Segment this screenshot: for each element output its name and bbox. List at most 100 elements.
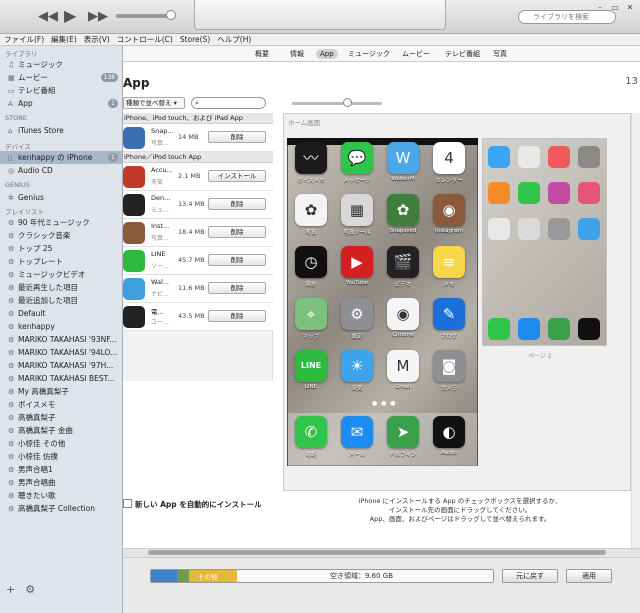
phone-app[interactable]: 💬 メッセージ bbox=[337, 142, 377, 184]
app-action-button[interactable]: 削除 bbox=[208, 254, 266, 266]
close-icon[interactable]: ✕ bbox=[624, 2, 636, 13]
sidebar-item-playlist[interactable]: ⚙ 最近追加した項目 bbox=[0, 294, 122, 307]
phone-app[interactable]: LINE LINE bbox=[291, 350, 331, 390]
sidebar-item-playlist[interactable]: ⚙ 高橋真梨子 金曲 bbox=[0, 424, 122, 437]
phone-app[interactable]: ▦ 写真ツール bbox=[337, 194, 377, 236]
play-button[interactable]: ▶ bbox=[64, 6, 76, 25]
app-action-button[interactable]: 削除 bbox=[208, 131, 266, 143]
phone-app[interactable]: ✿ 写真 bbox=[291, 194, 331, 236]
sidebar-item-playlist[interactable]: ⚙ MARIKO TAKAHASI BEST... bbox=[0, 372, 122, 385]
sidebar-item-playlist[interactable]: ⚙ 小椋佳 その他 bbox=[0, 437, 122, 450]
app-action-button[interactable]: 削除 bbox=[208, 310, 266, 322]
horizontal-scroll-thumb[interactable] bbox=[148, 550, 606, 555]
tab-4[interactable]: ムービー bbox=[398, 49, 434, 59]
phone-app[interactable]: M Gmail bbox=[383, 350, 423, 390]
sidebar-item-playlist[interactable]: ⚙ クラシック音楽 bbox=[0, 229, 122, 242]
phone-app[interactable]: ⌖ マップ bbox=[291, 298, 331, 340]
app-list-row[interactable]: LINE ソー... 45.7 MB 削除 bbox=[123, 247, 273, 275]
phone-app[interactable]: ▶ YouTube bbox=[337, 246, 377, 286]
sidebar-item-device[interactable]: ▯ kenhappy の iPhone 1 bbox=[0, 151, 122, 164]
tab-0[interactable]: 概要 bbox=[251, 49, 273, 59]
volume-knob[interactable] bbox=[166, 10, 176, 20]
menu-item[interactable]: ヘルプ(H) bbox=[217, 34, 251, 46]
sidebar-item-genius[interactable]: ✲ Genius bbox=[0, 191, 122, 204]
phone-app[interactable]: 🎬 ビデオ bbox=[383, 246, 423, 288]
sidebar-item-playlist[interactable]: ⚙ 90 年代ミュージック bbox=[0, 216, 122, 229]
phone-app[interactable]: ✿ Snapseed bbox=[383, 194, 423, 234]
tab-3[interactable]: ミュージック bbox=[344, 49, 394, 59]
phone-app[interactable]: ◷ 時計 bbox=[291, 246, 331, 288]
auto-install-checkbox[interactable] bbox=[123, 499, 132, 508]
tab-5[interactable]: テレビ番組 bbox=[441, 49, 484, 59]
phone-app[interactable]: ☀ 天気 bbox=[337, 350, 377, 392]
sidebar-item-playlist[interactable]: ⚙ MARIKO TAKAHASI '97H... bbox=[0, 359, 122, 372]
rewind-button[interactable]: ◀◀ bbox=[38, 9, 58, 24]
sidebar-item-playlist[interactable]: ⚙ 小椋佳 仿撲 bbox=[0, 450, 122, 463]
phone-app[interactable]: ➤ ドルフィン bbox=[383, 416, 423, 458]
app-list-row[interactable]: Inst... 写真... 18.4 MB 削除 bbox=[123, 219, 273, 247]
tab-6[interactable]: 写真 bbox=[489, 49, 511, 59]
phone-app[interactable]: 4 カレンダー bbox=[429, 142, 469, 184]
sort-select[interactable]: 種類で並べ替え ▾ bbox=[123, 97, 185, 109]
sidebar-item-playlist[interactable]: ⚙ Default bbox=[0, 307, 122, 320]
sidebar-item-library[interactable]: ▭ テレビ番組 bbox=[0, 84, 122, 97]
menu-item[interactable]: 表示(V) bbox=[84, 34, 110, 46]
phone-app[interactable]: ◉ Chrome bbox=[383, 298, 423, 338]
sidebar-item-store[interactable]: ⌂ iTunes Store bbox=[0, 124, 122, 137]
phone-app[interactable]: ◐ Audio bbox=[429, 416, 469, 456]
phone-app[interactable]: ✉ メール bbox=[337, 416, 377, 458]
app-action-button[interactable]: 削除 bbox=[208, 226, 266, 238]
tab-1[interactable]: 情報 bbox=[286, 49, 308, 59]
sidebar-item-library[interactable]: ♫ ミュージック bbox=[0, 58, 122, 71]
phone-app[interactable]: W WalkerM bbox=[383, 142, 423, 182]
zoom-slider[interactable] bbox=[292, 102, 382, 105]
add-playlist-icon[interactable]: + bbox=[6, 583, 15, 596]
apply-button[interactable]: 適用 bbox=[566, 569, 612, 583]
maximize-icon[interactable]: ▭ bbox=[609, 2, 621, 13]
sidebar-item-playlist[interactable]: ⚙ 高橋真梨子 bbox=[0, 411, 122, 424]
phone-app[interactable]: ✎ ブログ bbox=[429, 298, 469, 340]
menu-item[interactable]: Store(S) bbox=[180, 34, 210, 46]
app-search-input[interactable]: ⌕ bbox=[191, 97, 266, 109]
menu-item[interactable]: 編集(E) bbox=[51, 34, 77, 46]
app-action-button[interactable]: 削除 bbox=[208, 282, 266, 294]
minimize-icon[interactable]: – bbox=[594, 2, 606, 13]
menu-item[interactable]: コントロール(C) bbox=[117, 34, 173, 46]
phone-app[interactable]: ◙ カメラ bbox=[429, 350, 469, 392]
app-list-row[interactable]: Den... ミュ... 13.4 MB 削除 bbox=[123, 191, 273, 219]
sidebar-item-library[interactable]: ▦ ムービー 138 bbox=[0, 71, 122, 84]
phone-app[interactable]: ◉ Instagram bbox=[429, 194, 469, 234]
zoom-slider-knob[interactable] bbox=[343, 98, 352, 107]
sidebar-item-playlist[interactable]: ⚙ ミュージックビデオ bbox=[0, 268, 122, 281]
sidebar-item-device[interactable]: ◎ Audio CD bbox=[0, 164, 122, 177]
sidebar-item-playlist[interactable]: ⚙ kenhappy bbox=[0, 320, 122, 333]
sidebar-item-playlist[interactable]: ⚙ トップレート bbox=[0, 255, 122, 268]
sidebar-item-playlist[interactable]: ⚙ MARIKO TAKAHASI '93NF... bbox=[0, 333, 122, 346]
app-list-row[interactable]: Snap... 写真... 14 MB 削除 bbox=[123, 124, 273, 152]
settings-gear-icon[interactable]: ⚙ bbox=[25, 583, 35, 596]
sidebar-item-playlist[interactable]: ⚙ MARIKO TAKAHASI '94LO... bbox=[0, 346, 122, 359]
revert-button[interactable]: 元に戻す bbox=[502, 569, 558, 583]
phone-app[interactable]: 〰ボイスメモ bbox=[291, 142, 331, 184]
app-list-row[interactable]: Wal... ナビ... 11.6 MB 削除 bbox=[123, 275, 273, 303]
sidebar-item-playlist[interactable]: ⚙ ボイスメモ bbox=[0, 398, 122, 411]
sidebar-item-library[interactable]: A App 1 bbox=[0, 97, 122, 110]
sidebar-item-playlist[interactable]: ⚙ My 高橋真梨子 bbox=[0, 385, 122, 398]
forward-button[interactable]: ▶▶ bbox=[88, 9, 108, 24]
sidebar-item-playlist[interactable]: ⚙ 男声合唱曲 bbox=[0, 476, 122, 489]
app-list-row[interactable]: Accu... 天気 2.1 MB インストール bbox=[123, 163, 273, 191]
home-screen-page-2[interactable] bbox=[482, 138, 607, 346]
sidebar-item-playlist[interactable]: ⚙ 高橋真梨子 Collection bbox=[0, 502, 122, 515]
phone-app[interactable]: ✆ 電話 bbox=[291, 416, 331, 458]
tab-2[interactable]: App bbox=[316, 49, 338, 59]
app-action-button[interactable]: インストール bbox=[208, 170, 266, 182]
phone-app[interactable]: ⚙ 設定 bbox=[337, 298, 377, 340]
app-list-row[interactable]: 電... ユー... 43.5 MB 削除 bbox=[123, 303, 273, 331]
auto-install-checkbox-label[interactable]: 新しい App を自動的にインストール bbox=[123, 499, 262, 510]
phone-app[interactable]: ≡ メモ bbox=[429, 246, 469, 288]
sidebar-item-playlist[interactable]: ⚙ 聴きたい歌 bbox=[0, 489, 122, 502]
app-action-button[interactable]: 削除 bbox=[208, 198, 266, 210]
sidebar-item-playlist[interactable]: ⚙ トップ 25 bbox=[0, 242, 122, 255]
sidebar-item-playlist[interactable]: ⚙ 男声合唱1 bbox=[0, 463, 122, 476]
menu-item[interactable]: ファイル(F) bbox=[4, 34, 44, 46]
